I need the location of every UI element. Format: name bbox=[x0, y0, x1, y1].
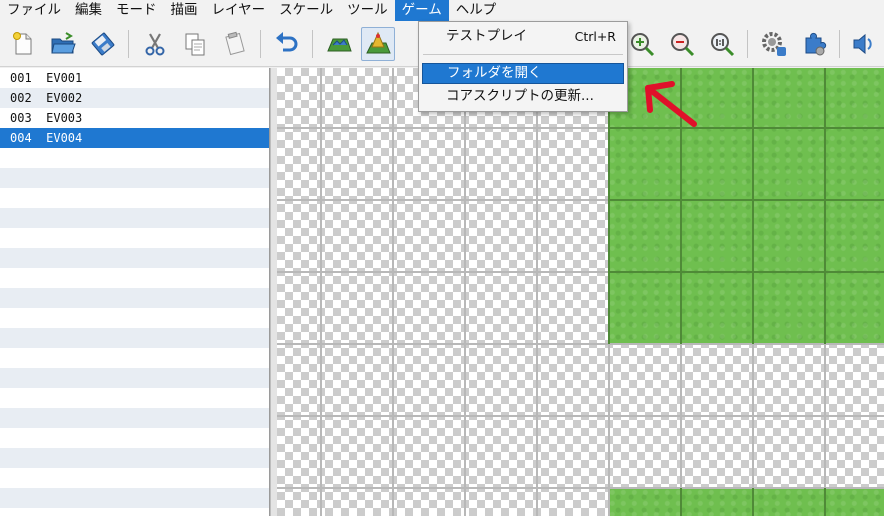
menu-draw[interactable]: 描画 bbox=[164, 0, 205, 21]
empty-row bbox=[0, 328, 269, 348]
empty-row bbox=[0, 148, 269, 168]
empty-row bbox=[0, 168, 269, 188]
empty-row bbox=[0, 348, 269, 368]
empty-row bbox=[0, 468, 269, 488]
tile-grid bbox=[277, 68, 884, 516]
map-canvas[interactable] bbox=[277, 68, 884, 516]
event-list: 001 EV001 002 EV002 003 EV003 004 EV004 bbox=[0, 68, 270, 516]
empty-row bbox=[0, 428, 269, 448]
empty-row bbox=[0, 388, 269, 408]
toolbar-separator bbox=[260, 30, 261, 58]
undo-button[interactable] bbox=[270, 27, 304, 61]
zoom-actual-button[interactable] bbox=[705, 27, 739, 61]
toolbar-separator bbox=[128, 30, 129, 58]
new-file-button[interactable] bbox=[6, 27, 40, 61]
paste-icon bbox=[225, 31, 245, 56]
menu-item-test-play[interactable]: テストプレイ Ctrl+R bbox=[422, 26, 624, 47]
menu-file[interactable]: ファイル bbox=[0, 0, 68, 21]
plugin-puzzle-icon bbox=[805, 32, 827, 56]
sound-speaker-icon bbox=[853, 33, 872, 55]
menu-separator bbox=[423, 54, 623, 55]
empty-row bbox=[0, 228, 269, 248]
empty-row bbox=[0, 188, 269, 208]
map-layer-icon bbox=[327, 38, 352, 52]
game-menu-dropdown: テストプレイ Ctrl+R フォルダを開く コアスクリプトの更新... bbox=[418, 21, 628, 112]
paste-button[interactable] bbox=[218, 27, 252, 61]
event-mode-button[interactable] bbox=[361, 27, 395, 61]
menu-item-update-core-script[interactable]: コアスクリプトの更新... bbox=[422, 86, 624, 107]
undo-icon bbox=[276, 32, 298, 52]
shortcut-label: Ctrl+R bbox=[574, 29, 616, 44]
zoom-actual-icon bbox=[711, 33, 735, 57]
event-row-001[interactable]: 001 EV001 bbox=[0, 68, 269, 88]
empty-row bbox=[0, 488, 269, 508]
toolbar-separator bbox=[312, 30, 313, 58]
menu-help[interactable]: ヘルプ bbox=[449, 0, 504, 21]
cut-scissors-icon bbox=[145, 33, 165, 56]
menu-item-open-folder[interactable]: フォルダを開く bbox=[422, 63, 624, 84]
empty-row bbox=[0, 508, 269, 516]
empty-row bbox=[0, 448, 269, 468]
empty-row bbox=[0, 268, 269, 288]
empty-row bbox=[0, 308, 269, 328]
new-file-icon bbox=[13, 32, 32, 55]
menu-layer[interactable]: レイヤー bbox=[205, 0, 273, 21]
empty-row bbox=[0, 408, 269, 428]
cut-button[interactable] bbox=[138, 27, 172, 61]
annotation-arrow-icon bbox=[645, 81, 697, 127]
empty-row bbox=[0, 288, 269, 308]
toolbar-separator bbox=[839, 30, 840, 58]
zoom-out-icon bbox=[671, 33, 695, 57]
open-button[interactable] bbox=[46, 27, 80, 61]
copy-icon bbox=[185, 33, 205, 56]
zoom-in-icon bbox=[631, 33, 655, 57]
event-row-004[interactable]: 004 EV004 bbox=[0, 128, 269, 148]
empty-row bbox=[0, 368, 269, 388]
menu-edit[interactable]: 編集 bbox=[68, 0, 109, 21]
open-folder-icon bbox=[51, 32, 76, 54]
event-row-002[interactable]: 002 EV002 bbox=[0, 88, 269, 108]
menu-scale[interactable]: スケール bbox=[272, 0, 340, 21]
menu-bar: ファイル 編集 モード 描画 レイヤー スケール ツール ゲーム ヘルプ bbox=[0, 0, 884, 21]
menu-item-label: フォルダを開く bbox=[447, 65, 542, 81]
menu-mode[interactable]: モード bbox=[109, 0, 164, 21]
settings-button[interactable] bbox=[757, 27, 791, 61]
copy-button[interactable] bbox=[178, 27, 212, 61]
event-row-003[interactable]: 003 EV003 bbox=[0, 108, 269, 128]
map-mode-button[interactable] bbox=[322, 27, 356, 61]
toolbar-separator bbox=[747, 30, 748, 58]
settings-gear-icon bbox=[762, 32, 786, 56]
menu-tools[interactable]: ツール bbox=[340, 0, 395, 21]
zoom-in-button[interactable] bbox=[625, 27, 659, 61]
save-disk-icon bbox=[91, 32, 115, 56]
menu-item-label: テストプレイ bbox=[446, 28, 527, 44]
empty-row bbox=[0, 208, 269, 228]
zoom-out-button[interactable] bbox=[665, 27, 699, 61]
plugin-button[interactable] bbox=[797, 27, 831, 61]
menu-item-label: コアスクリプトの更新... bbox=[446, 88, 594, 104]
empty-row bbox=[0, 248, 269, 268]
event-layer-icon bbox=[366, 31, 391, 54]
save-button[interactable] bbox=[86, 27, 120, 61]
menu-game[interactable]: ゲーム bbox=[394, 0, 449, 21]
sound-button[interactable] bbox=[847, 27, 881, 61]
pane-splitter[interactable] bbox=[270, 68, 277, 516]
